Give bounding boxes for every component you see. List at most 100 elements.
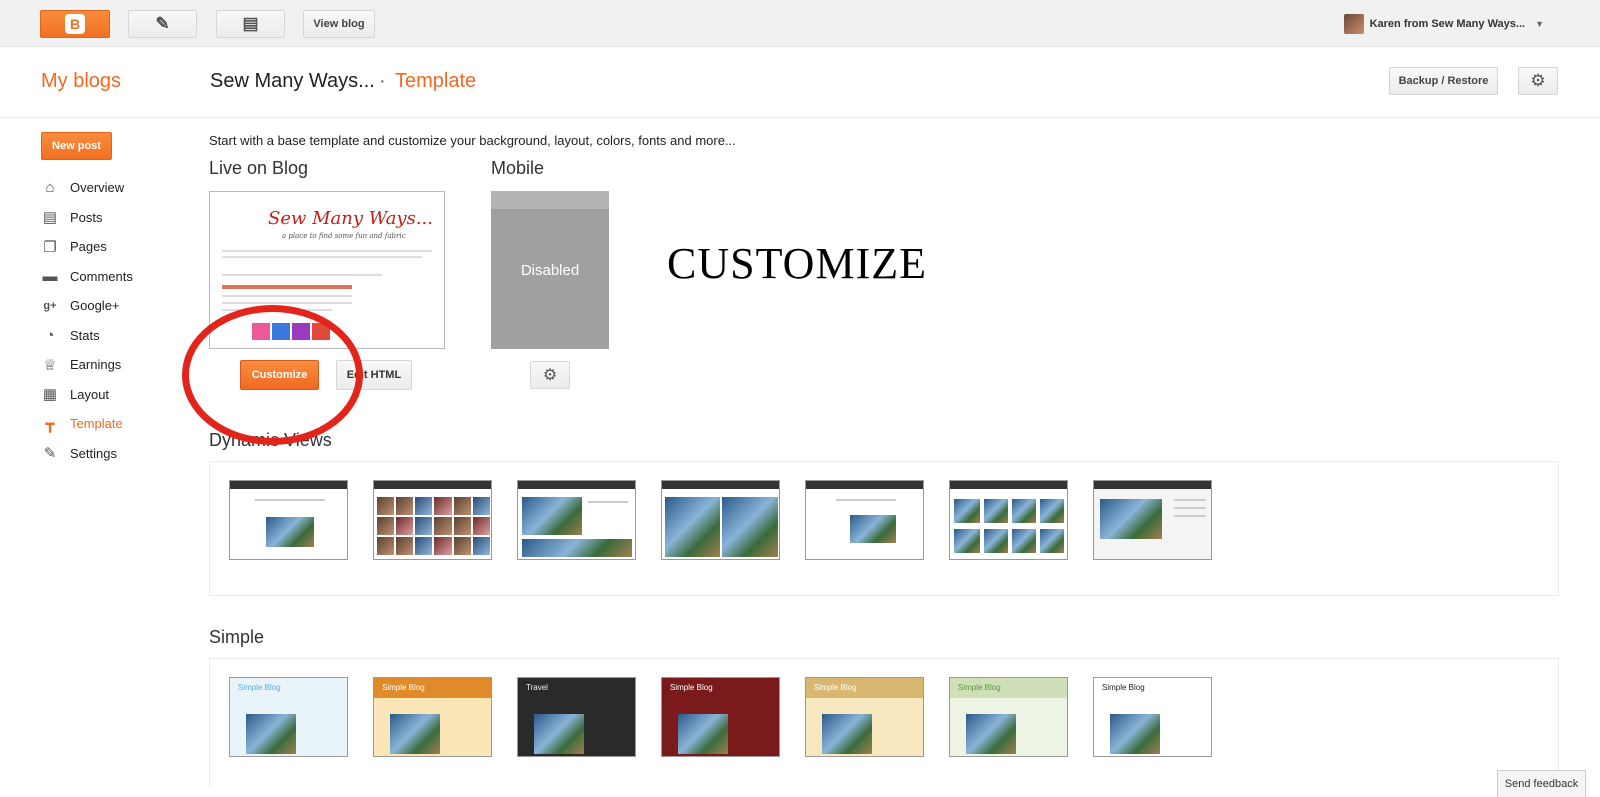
- template-thumbnail[interactable]: Simple Blog: [229, 677, 348, 757]
- simple-template-title: Simple Blog: [1102, 683, 1145, 692]
- template-thumbnail[interactable]: Simple Blog: [373, 677, 492, 757]
- sidebar-item-google-plus[interactable]: g+ Google+: [40, 291, 133, 321]
- stats-pie-icon: ◔: [45, 326, 55, 344]
- user-menu[interactable]: Karen from Sew Many Ways... ▼: [1343, 14, 1544, 34]
- preview-image: [312, 323, 330, 340]
- send-feedback-button[interactable]: Send feedback: [1497, 770, 1586, 797]
- paint-roller-icon: ┳: [45, 415, 55, 433]
- thumb-text: [1174, 507, 1206, 509]
- sidebar-item-template[interactable]: ┳ Template: [40, 409, 133, 439]
- sidebar-item-posts[interactable]: ▤ Posts: [40, 203, 133, 233]
- thumb-text: [1174, 499, 1206, 501]
- thumb-image: [1012, 499, 1036, 523]
- live-template-preview[interactable]: Sew Many Ways... a place to find some fu…: [209, 191, 445, 349]
- template-thumbnail[interactable]: Simple Blog: [805, 677, 924, 757]
- preview-text-line: [222, 274, 382, 276]
- thumb-image: [722, 497, 778, 557]
- template-thumbnail[interactable]: Simple Blog: [1093, 677, 1212, 757]
- thumb-image: [1012, 529, 1036, 553]
- customize-button[interactable]: Customize: [240, 360, 319, 390]
- pages-icon: ❐: [43, 238, 57, 256]
- user-name: Karen from Sew Many Ways...: [1369, 18, 1526, 30]
- simple-template-title: Simple Blog: [814, 683, 857, 692]
- simple-template-title: Simple Blog: [382, 683, 425, 692]
- new-post-button[interactable]: New post: [41, 132, 112, 160]
- template-thumbnail[interactable]: Travel: [517, 677, 636, 757]
- trophy-icon: ♕: [43, 356, 57, 374]
- template-thumbnail[interactable]: [1093, 480, 1212, 560]
- sidebar-item-earnings[interactable]: ♕ Earnings: [40, 350, 133, 380]
- sidebar-item-pages[interactable]: ❐ Pages: [40, 232, 133, 262]
- template-thumbnail[interactable]: [229, 480, 348, 560]
- sidebar-item-settings[interactable]: ✎ Settings: [40, 439, 133, 469]
- thumb-bar: [374, 481, 491, 489]
- sidebar-item-label: Google+: [70, 298, 120, 314]
- thumb-text: [588, 501, 628, 503]
- posts-list-button[interactable]: ▤: [216, 10, 285, 38]
- sidebar-item-label: Earnings: [70, 357, 122, 373]
- mobile-settings-button[interactable]: ⚙: [530, 361, 570, 389]
- sidebar-item-label: Overview: [70, 180, 125, 196]
- blog-name[interactable]: Sew Many Ways...: [210, 70, 375, 93]
- thumb-image: [266, 517, 314, 547]
- template-thumbnail[interactable]: [805, 480, 924, 560]
- preview-image: [272, 323, 290, 340]
- thumb-image: [678, 714, 728, 754]
- pencil-icon: ✎: [155, 14, 170, 33]
- my-blogs-link[interactable]: My blogs: [41, 70, 121, 93]
- thumb-text: [836, 499, 896, 501]
- sidebar-nav: ⌂ Overview ▤ Posts ❐ Pages ▬ Comments g+ Goog…: [40, 173, 133, 468]
- thumb-image: [390, 714, 440, 754]
- blogger-home-button[interactable]: B: [40, 10, 110, 38]
- template-thumbnail[interactable]: [661, 480, 780, 560]
- template-thumbnail[interactable]: [949, 480, 1068, 560]
- wrench-icon: ✎: [43, 445, 57, 463]
- view-blog-button[interactable]: View blog: [303, 10, 375, 38]
- simple-gallery: Simple Blog Simple Blog Travel Simple Bl…: [209, 658, 1559, 786]
- backup-restore-button[interactable]: Backup / Restore: [1389, 67, 1498, 95]
- template-thumbnail[interactable]: Simple Blog: [949, 677, 1068, 757]
- thumb-bar: [1094, 481, 1211, 489]
- mobile-heading: Mobile: [491, 158, 545, 178]
- thumb-image: [665, 497, 720, 557]
- template-thumbnail[interactable]: Simple Blog: [661, 677, 780, 757]
- thumb-header: Simple Blog: [230, 678, 347, 698]
- preview-nav-line: [222, 250, 432, 252]
- template-thumbnail[interactable]: [517, 480, 636, 560]
- thumb-image: [534, 714, 584, 754]
- thumb-header: Simple Blog: [1094, 678, 1211, 698]
- intro-text: Start with a base template and customize…: [209, 133, 736, 148]
- preview-blog-subtitle: a place to find some fun and fabric: [282, 232, 406, 240]
- new-post-pencil-button[interactable]: ✎: [128, 10, 197, 38]
- google-plus-icon: g+: [43, 299, 57, 312]
- sidebar-item-layout[interactable]: ▦ Layout: [40, 380, 133, 410]
- breadcrumb-separator: ·: [379, 70, 386, 92]
- preview-image: [292, 323, 310, 340]
- sidebar-item-overview[interactable]: ⌂ Overview: [40, 173, 133, 203]
- dynamic-views-heading: Dynamic Views: [209, 430, 332, 450]
- sidebar-item-label: Pages: [70, 239, 107, 255]
- edit-html-button[interactable]: Edit HTML: [336, 360, 412, 390]
- sidebar-item-stats[interactable]: ◔ Stats: [40, 321, 133, 351]
- thumb-image: [1110, 714, 1160, 754]
- gear-icon: ⚙: [1530, 71, 1546, 90]
- thumb-image: [954, 529, 980, 553]
- thumb-header: Simple Blog: [806, 678, 923, 698]
- pages-icon: ▤: [242, 14, 259, 33]
- simple-template-title: Simple Blog: [238, 683, 281, 692]
- simple-template-title: Simple Blog: [958, 683, 1001, 692]
- sidebar-item-label: Settings: [70, 445, 117, 461]
- settings-gear-button[interactable]: ⚙: [1518, 67, 1558, 95]
- sidebar-item-label: Comments: [70, 268, 133, 284]
- sidebar-item-comments[interactable]: ▬ Comments: [40, 262, 133, 292]
- thumb-image: [1040, 499, 1064, 523]
- thumb-grid: [377, 497, 490, 557]
- thumb-image: [984, 529, 1008, 553]
- thumb-image: [1100, 499, 1162, 539]
- avatar: [1343, 14, 1364, 34]
- thumb-header: Travel: [518, 678, 635, 698]
- page-header: My blogs Sew Many Ways... · Template Bac…: [0, 48, 1600, 118]
- template-thumbnail[interactable]: [373, 480, 492, 560]
- mobile-status: Disabled: [520, 261, 580, 279]
- preview-text-line: [222, 295, 352, 297]
